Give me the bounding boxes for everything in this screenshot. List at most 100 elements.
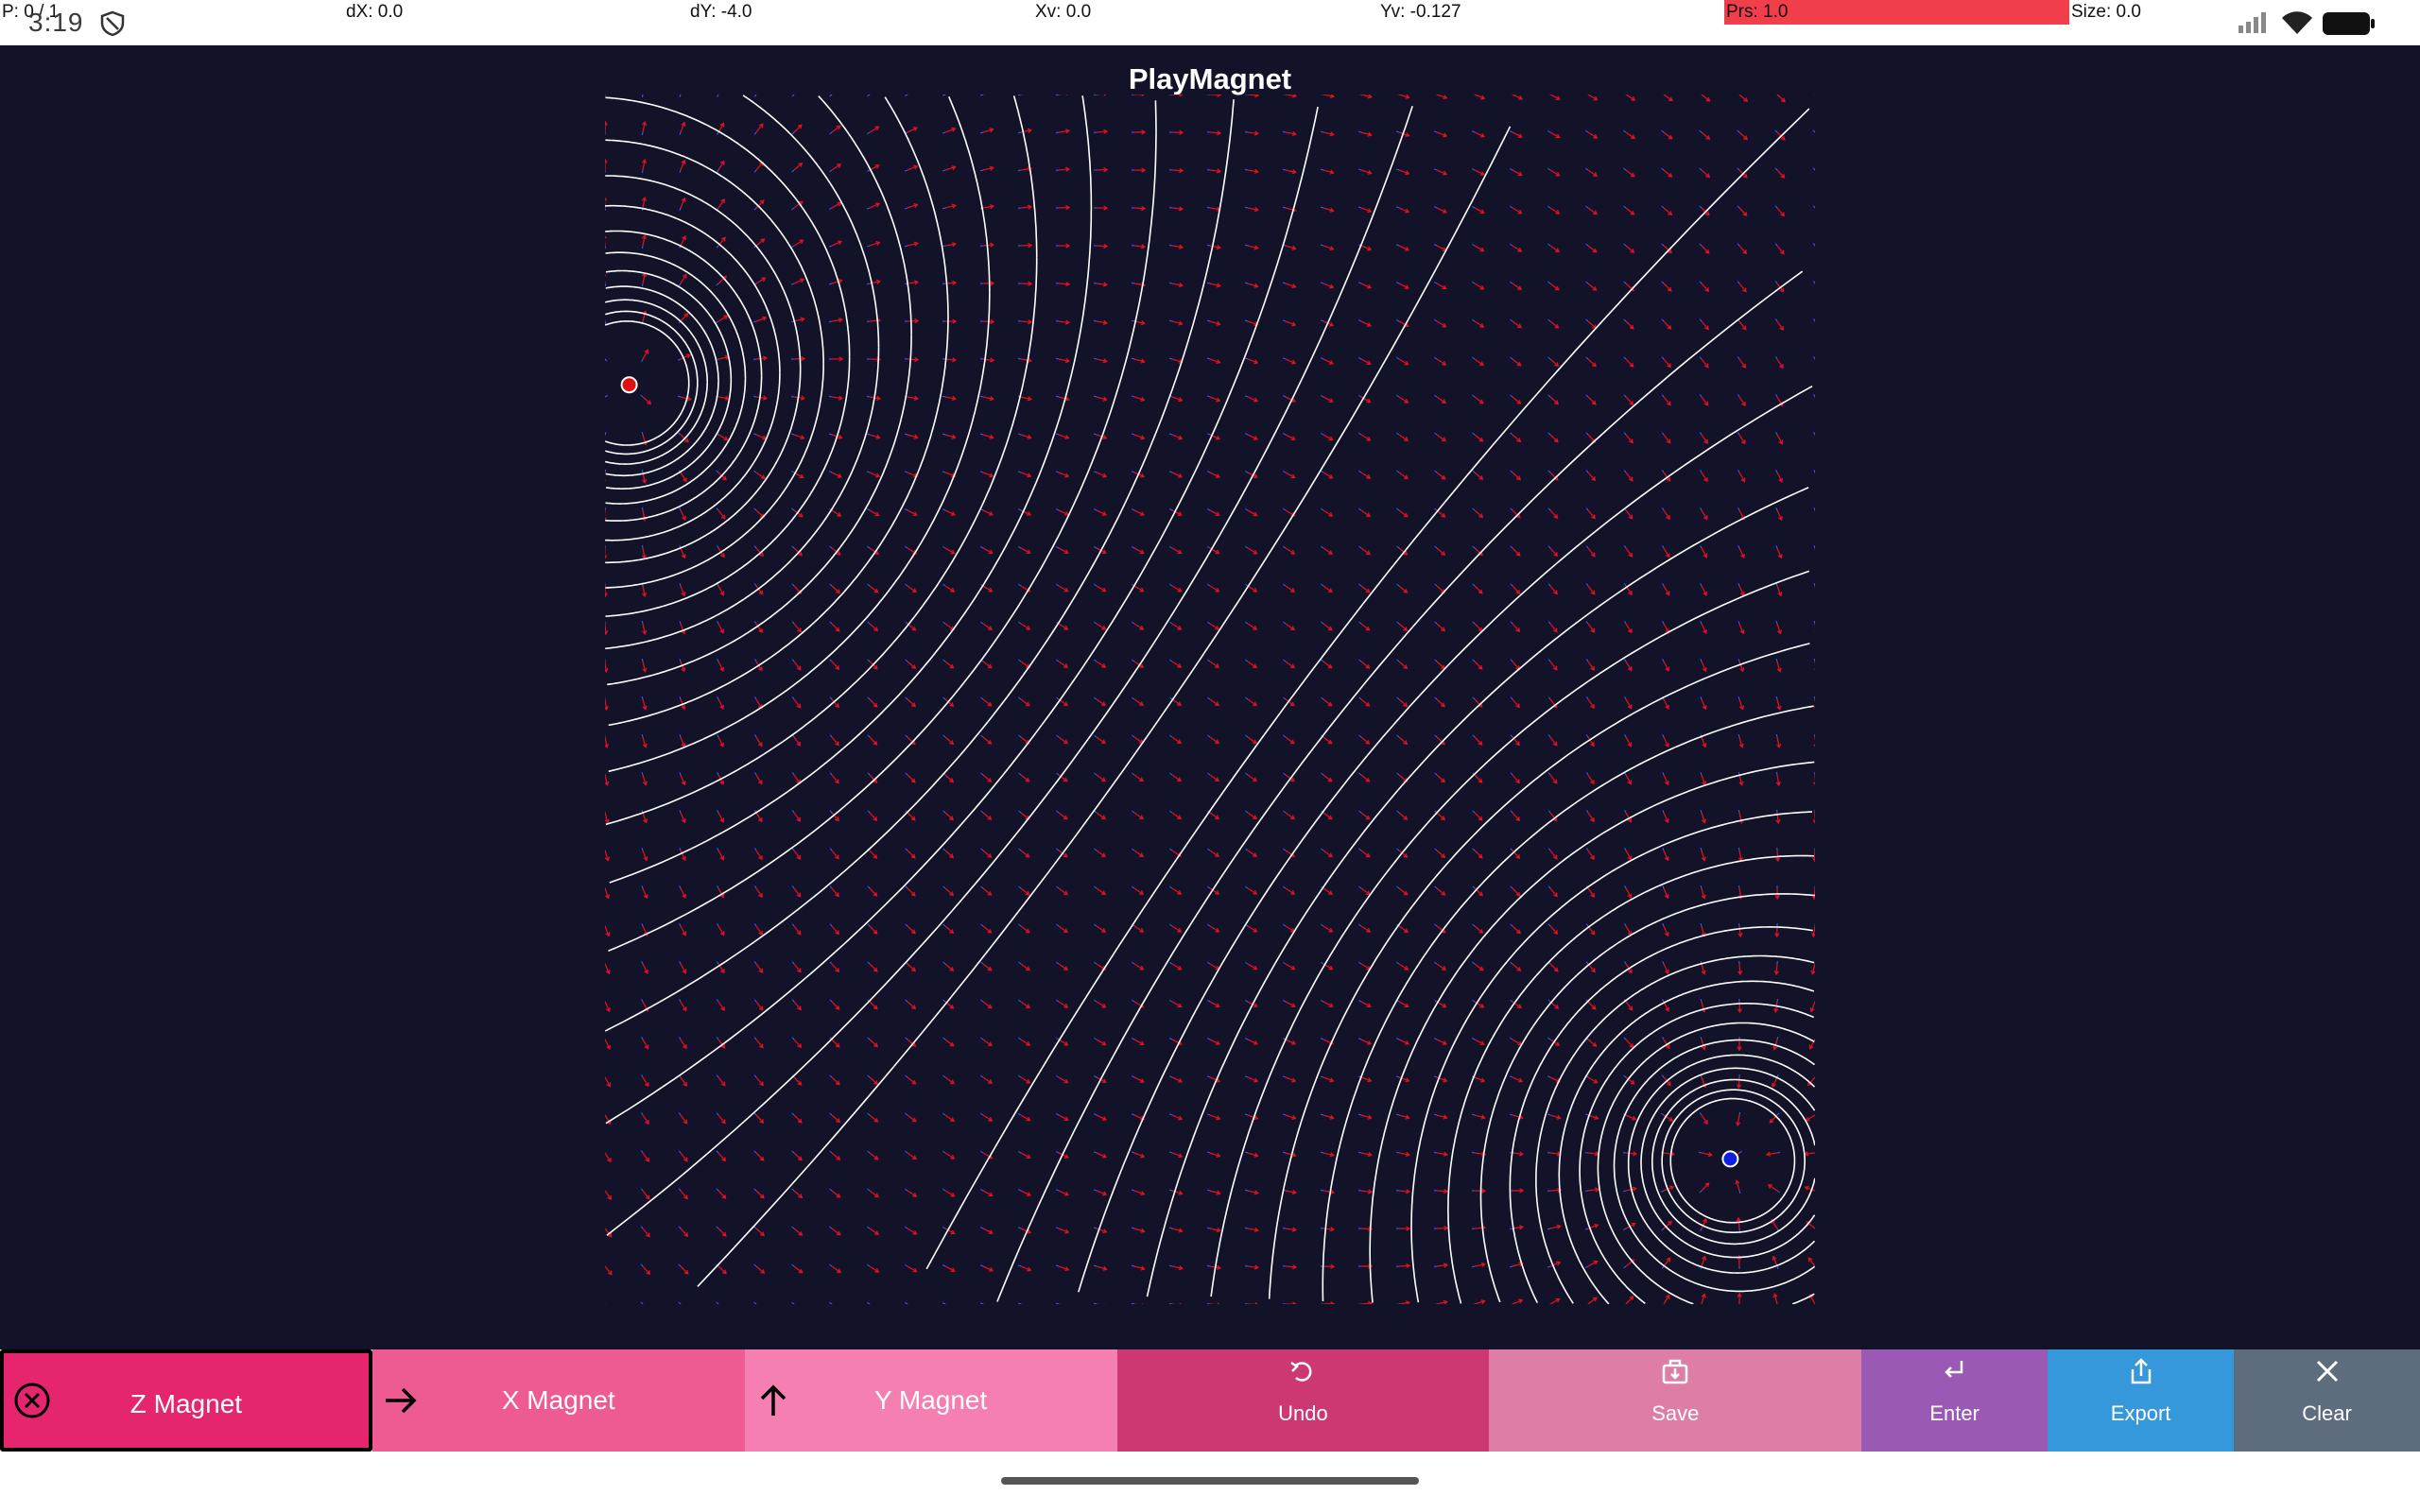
field-arrow-tail — [1472, 356, 1476, 360]
z-magnet-button[interactable]: Z Magnet — [0, 1349, 372, 1452]
field-arrow-tail — [1056, 810, 1060, 814]
field-arrow — [1285, 547, 1296, 555]
enter-icon — [1941, 1357, 1969, 1390]
field-arrow-tail — [641, 358, 644, 362]
magnets[interactable] — [620, 376, 1739, 1168]
field-arrow — [1247, 661, 1258, 669]
magnet-south[interactable] — [1721, 1150, 1739, 1168]
field-arrow — [1097, 94, 1107, 96]
y-magnet-button[interactable]: Y Magnet — [744, 1349, 1117, 1452]
field-arrow — [1701, 623, 1707, 635]
field-arrow-tail — [1396, 810, 1400, 814]
field-arrow-tail — [1244, 1189, 1249, 1192]
field-arrow — [680, 1039, 687, 1050]
field-arrow — [1474, 736, 1483, 746]
field-arrow — [755, 434, 768, 440]
field-arrow-tail — [1700, 583, 1703, 587]
field-arrow — [1398, 1001, 1409, 1008]
field-arrow — [1737, 963, 1743, 976]
field-arrow — [1247, 434, 1259, 440]
field-arrow — [1474, 245, 1485, 252]
field-arrow-tail — [1738, 1150, 1742, 1154]
export-button[interactable]: Export — [2048, 1349, 2235, 1452]
home-indicator[interactable] — [1001, 1477, 1419, 1485]
field-arrow-tail — [1168, 1302, 1173, 1304]
field-arrow-tail — [1395, 130, 1400, 133]
field-arrow-tail — [980, 621, 984, 625]
field-arrow-tail — [829, 207, 833, 210]
field-arrow — [1247, 1227, 1260, 1233]
field-arrow-tail — [867, 508, 871, 511]
field-arrow-tail — [1283, 1000, 1287, 1003]
save-button[interactable]: Save — [1489, 1349, 1862, 1452]
field-arrow — [1133, 1039, 1145, 1046]
field-arrow-tail — [1434, 621, 1438, 625]
field-arrow — [1549, 1151, 1563, 1157]
enter-button[interactable]: Enter — [1861, 1349, 2048, 1452]
field-line — [605, 96, 851, 357]
field-arrow — [1322, 131, 1335, 137]
field-arrow-tail — [716, 507, 719, 511]
field-arrow-tail — [605, 320, 607, 324]
field-arrow — [1512, 434, 1522, 443]
field-arrow-tail — [1776, 1190, 1780, 1194]
field-arrow-tail — [1623, 167, 1627, 171]
field-arrow — [1020, 963, 1030, 971]
field-line — [605, 369, 802, 564]
field-arrow-tail — [1283, 923, 1287, 927]
field-arrow-tail — [1510, 999, 1513, 1003]
field-arrow-tail — [1510, 621, 1513, 625]
field-arrow-tail — [867, 583, 871, 587]
field-arrow — [1171, 167, 1184, 174]
pressure-value: Prs: 1.0 — [1726, 2, 1789, 22]
field-arrow-tail — [905, 545, 908, 549]
field-arrow — [1398, 434, 1409, 441]
field-arrow — [1587, 509, 1596, 520]
field-arrow — [793, 925, 802, 936]
field-arrow — [755, 123, 764, 133]
field-arrow — [1398, 283, 1409, 289]
toolbar: Z Magnet X Magnet Y Magnet Undo Save Ent… — [0, 1349, 2420, 1452]
field-arrow — [1474, 1299, 1486, 1304]
field-arrow-tail — [791, 545, 795, 549]
field-arrow — [907, 127, 919, 133]
field-arrow-tail — [605, 283, 607, 287]
field-arrow — [1096, 1265, 1108, 1271]
field-arrow — [1398, 661, 1409, 670]
save-label: Save — [1651, 1401, 1700, 1425]
field-arrow-tail — [1018, 1037, 1022, 1040]
field-arrow — [1247, 245, 1259, 250]
field-arrow-tail — [641, 507, 644, 511]
field-arrow — [1058, 623, 1069, 630]
undo-button[interactable]: Undo — [1116, 1349, 1490, 1452]
field-arrow — [1058, 1001, 1069, 1008]
field-arrow — [982, 698, 993, 707]
field-arrow-tail — [1434, 1000, 1438, 1003]
clear-button[interactable]: Clear — [2234, 1349, 2420, 1452]
field-arrow-tail — [1132, 546, 1135, 549]
field-arrow — [1736, 1216, 1741, 1229]
x-magnet-button[interactable]: X Magnet — [372, 1349, 745, 1452]
field-arrow-tail — [1472, 432, 1476, 436]
field-arrow-tail — [1472, 1038, 1476, 1040]
field-arrow-tail — [1321, 507, 1324, 511]
field-arrow — [1587, 623, 1596, 633]
field-arrow — [1096, 887, 1107, 896]
field-arrow — [1209, 850, 1220, 857]
magnetic-field-canvas[interactable] — [605, 94, 1815, 1304]
magnet-north[interactable] — [620, 376, 638, 394]
field-arrow-tail — [1396, 1075, 1400, 1078]
field-arrow — [605, 812, 610, 824]
field-arrow — [793, 850, 802, 860]
field-arrow — [642, 850, 648, 862]
field-arrow — [1436, 434, 1446, 442]
field-arrow-tail — [1585, 696, 1589, 700]
field-arrow-tail — [1358, 848, 1362, 851]
field-line — [605, 364, 824, 589]
field-arrow-tail — [1357, 1151, 1362, 1154]
field-arrow — [907, 698, 917, 708]
field-arrow — [1209, 396, 1221, 403]
field-arrow-tail — [942, 395, 946, 398]
field-arrow-tail — [1321, 433, 1324, 436]
field-arrow — [755, 238, 766, 247]
